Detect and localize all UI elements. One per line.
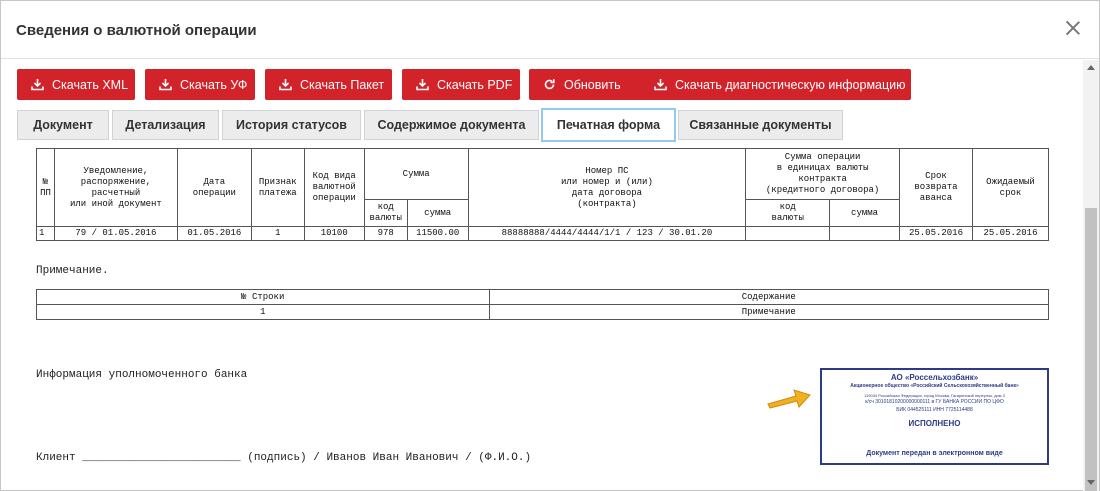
cell-ps: 88888888/4444/4444/1/1 / 123 / 30.01.20 (467, 226, 747, 241)
note-header-content: Содержание (488, 289, 1050, 305)
table-row: 1 Примечание (36, 304, 1050, 320)
tab-status-history[interactable]: История статусов (222, 110, 361, 140)
dialog-header: Сведения о валютной операции (1, 1, 1099, 59)
note-table: № Строки Содержание 1 Примечание (36, 289, 1050, 320)
header-contract-amount: сумма (829, 199, 900, 227)
tab-related-documents[interactable]: Связанные документы (678, 110, 843, 140)
stamp-bik: БИК 044525111 ИНН 7725114488 (896, 407, 973, 413)
download-icon (159, 79, 172, 91)
stamp-bank-name: АО «Россельхозбанк» (890, 373, 979, 382)
cell-sign: 1 (250, 226, 305, 241)
client-signature-line: Клиент ________________________ (подпись… (36, 452, 532, 464)
scrollbar-thumb[interactable] (1085, 208, 1097, 491)
scroll-down-icon[interactable] (1087, 480, 1095, 485)
header-operation-code: Код вида валютной операции (303, 148, 365, 227)
cell-operation-code: 10100 (303, 226, 365, 241)
note-cell-content: Примечание (488, 304, 1050, 320)
refresh-button[interactable]: Обновить (529, 69, 643, 100)
header-sum: Сумма (363, 148, 469, 200)
stamp-account: к/сч 30101810200000000111 в ГУ БАНКА РОС… (865, 399, 1004, 405)
table-row: 1 79 / 01.05.2016 01.05.2016 1 10100 978… (36, 226, 1050, 241)
header-num: № ПП (36, 148, 55, 227)
bank-info-label: Информация уполномоченного банка (36, 369, 248, 381)
arrow-icon (767, 389, 811, 409)
stamp-full-name: Акционерное общество «Российский Сельско… (850, 383, 1019, 389)
download-uf-button[interactable]: Скачать УФ (145, 69, 255, 100)
cell-sum-amount: 11500.00 (406, 226, 469, 241)
cell-advance-term: 25.05.2016 (899, 226, 973, 241)
download-package-button[interactable]: Скачать Пакет (265, 69, 392, 100)
close-icon[interactable] (1064, 19, 1082, 37)
tab-bar: Документ Детализация История статусов Со… (17, 108, 1067, 142)
stamp-address: 119034 Российская Федерация, город Москв… (864, 393, 1005, 398)
dialog-title: Сведения о валютной операции (16, 22, 257, 39)
tab-document[interactable]: Документ (17, 110, 109, 140)
cell-notice: 79 / 01.05.2016 (53, 226, 178, 241)
vertical-scrollbar[interactable] (1083, 60, 1099, 491)
bank-stamp: АО «Россельхозбанк» Акционерное общество… (820, 368, 1049, 465)
cell-num: 1 (36, 226, 55, 241)
download-icon (416, 79, 429, 91)
download-pdf-button[interactable]: Скачать PDF (402, 69, 520, 100)
note-header-row-num: № Строки (36, 289, 490, 305)
download-icon (31, 79, 44, 91)
cell-date: 01.05.2016 (176, 226, 252, 241)
stamp-footer: Документ передан в электронном виде (866, 450, 1003, 457)
operations-table: № ПП Уведомление, распоряжение, расчетны… (36, 148, 1050, 241)
cell-contract-amount (829, 226, 900, 241)
download-icon (279, 79, 292, 91)
note-cell-row-num: 1 (36, 304, 490, 320)
header-date: Дата операции (176, 148, 252, 227)
cell-contract-code (745, 226, 831, 241)
refresh-icon (544, 79, 555, 90)
cell-sum-code: 978 (363, 226, 408, 241)
header-notice: Уведомление, распоряжение, расчетный или… (53, 148, 178, 227)
header-sign: Признак платежа (250, 148, 305, 227)
tab-print-form[interactable]: Печатная форма (541, 108, 676, 142)
button-label: Скачать диагностическую информацию (675, 77, 906, 92)
download-diagnostics-button[interactable]: Скачать диагностическую информацию (640, 69, 911, 100)
header-ps: Номер ПС или номер и (или) дата договора… (467, 148, 747, 227)
print-form: № ПП Уведомление, распоряжение, расчетны… (17, 143, 1069, 491)
tab-details[interactable]: Детализация (112, 110, 219, 140)
button-label: Скачать PDF (437, 77, 513, 92)
header-sum-code: код валюты (363, 199, 408, 227)
button-label: Скачать УФ (180, 77, 248, 92)
dialog-window: Сведения о валютной операции Скачать XML… (0, 0, 1100, 491)
stamp-status: ИСПОЛНЕНО (908, 419, 961, 428)
tab-document-content[interactable]: Содержимое документа (364, 110, 539, 140)
header-sum-amount: сумма (406, 199, 469, 227)
header-expected-term: Ожидаемый срок (971, 148, 1050, 227)
header-contract-code: код валюты (745, 199, 831, 227)
note-label: Примечание. (36, 265, 109, 277)
header-contract-sum: Сумма операции в единицах валюты контрак… (745, 148, 900, 200)
button-label: Скачать Пакет (300, 77, 385, 92)
scroll-up-icon[interactable] (1087, 65, 1095, 70)
download-xml-button[interactable]: Скачать XML (17, 69, 135, 100)
button-label: Обновить (564, 77, 621, 92)
cell-expected-term: 25.05.2016 (971, 226, 1050, 241)
button-label: Скачать XML (52, 77, 129, 92)
header-advance-term: Срок возврата аванса (899, 148, 973, 227)
download-icon (654, 79, 667, 91)
